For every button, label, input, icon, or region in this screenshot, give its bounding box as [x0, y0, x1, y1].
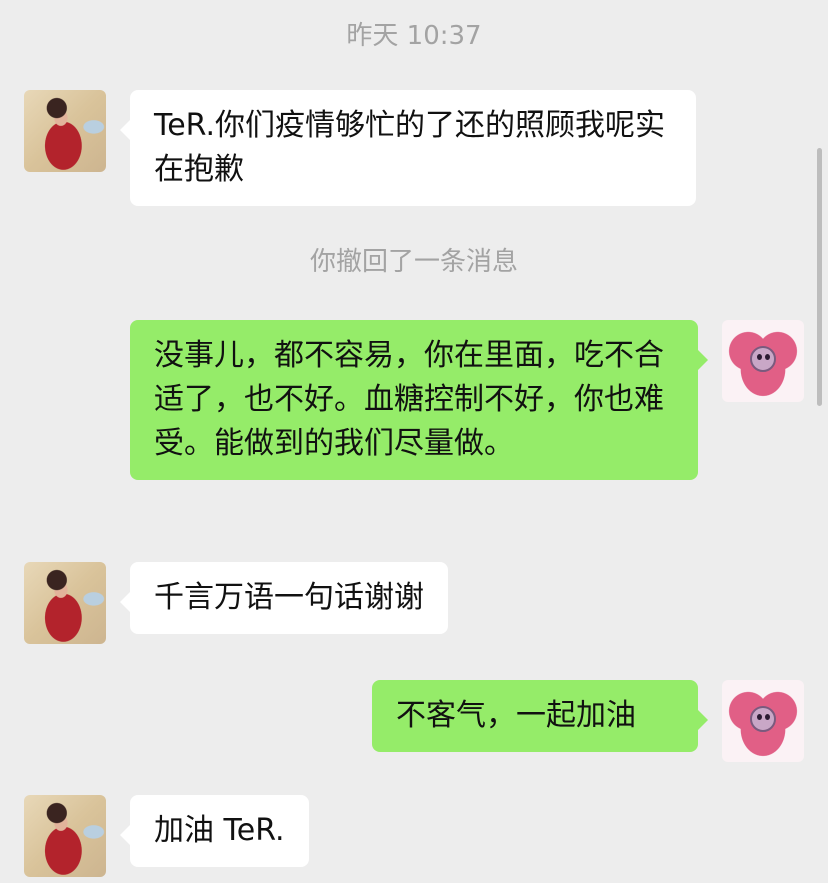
cartoon-face-icon [750, 346, 776, 372]
message-bubble-incoming[interactable]: TeR.你们疫情够忙的了还的照顾我呢实在抱歉 [120, 90, 696, 206]
chat-timestamp: 昨天 10:37 [346, 21, 482, 51]
message-bubble-outgoing[interactable]: 不客气，一起加油 [372, 680, 708, 752]
contact-avatar[interactable] [24, 795, 106, 877]
contact-avatar[interactable] [24, 562, 106, 644]
contact-avatar[interactable] [24, 90, 106, 172]
cartoon-face-icon [750, 706, 776, 732]
message-bubble-incoming[interactable]: 千言万语一句话谢谢 [120, 562, 448, 634]
self-avatar[interactable] [722, 320, 804, 402]
self-avatar[interactable] [722, 680, 804, 762]
message-bubble-incoming[interactable]: 加油 TeR. [120, 795, 309, 867]
recall-notice: 你撤回了一条消息 [309, 247, 518, 277]
message-bubble-outgoing[interactable]: 没事儿，都不容易，你在里面，吃不合适了，也不好。血糖控制不好，你也难受。能做到的… [130, 320, 708, 480]
scrollbar[interactable] [817, 148, 822, 406]
